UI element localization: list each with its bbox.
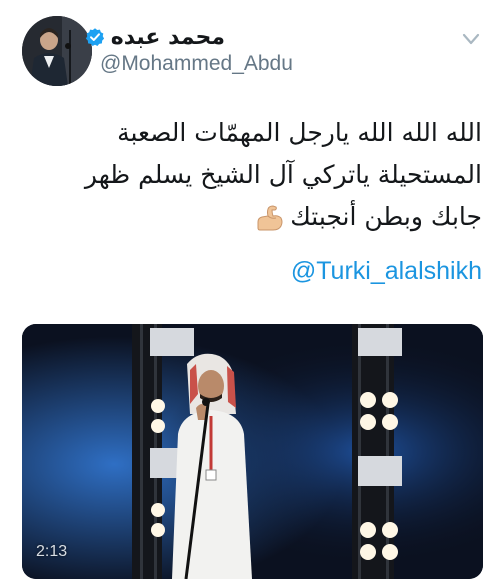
video-player[interactable] [22, 324, 483, 579]
avatar-image [22, 16, 92, 86]
author-display-name[interactable]: محمد عبده [111, 25, 225, 50]
mention-link[interactable]: @Turki_alalshikh [291, 257, 482, 286]
tweet-line: المستحيلة ياتركي آل الشيخ يسلم ظهر [84, 160, 482, 189]
video-frame [22, 324, 483, 579]
tweet-text: الله الله الله يارجل المهمّات الصعبة الم… [22, 112, 482, 238]
tweet-line: جابك وبطن أنجبتك [22, 196, 482, 238]
video-duration: 2:13 [36, 543, 68, 560]
verified-badge-icon [85, 28, 104, 46]
flexed-biceps-icon [257, 205, 283, 231]
tweet-line-text: جابك وبطن أنجبتك [290, 202, 482, 231]
author-name-row: محمد عبده [85, 22, 225, 52]
avatar[interactable] [22, 16, 92, 86]
author-handle[interactable]: @Mohammed_Abdu [100, 52, 293, 76]
tweet-line: الله الله الله يارجل المهمّات الصعبة [117, 118, 482, 147]
chevron-down-icon[interactable] [462, 32, 480, 46]
